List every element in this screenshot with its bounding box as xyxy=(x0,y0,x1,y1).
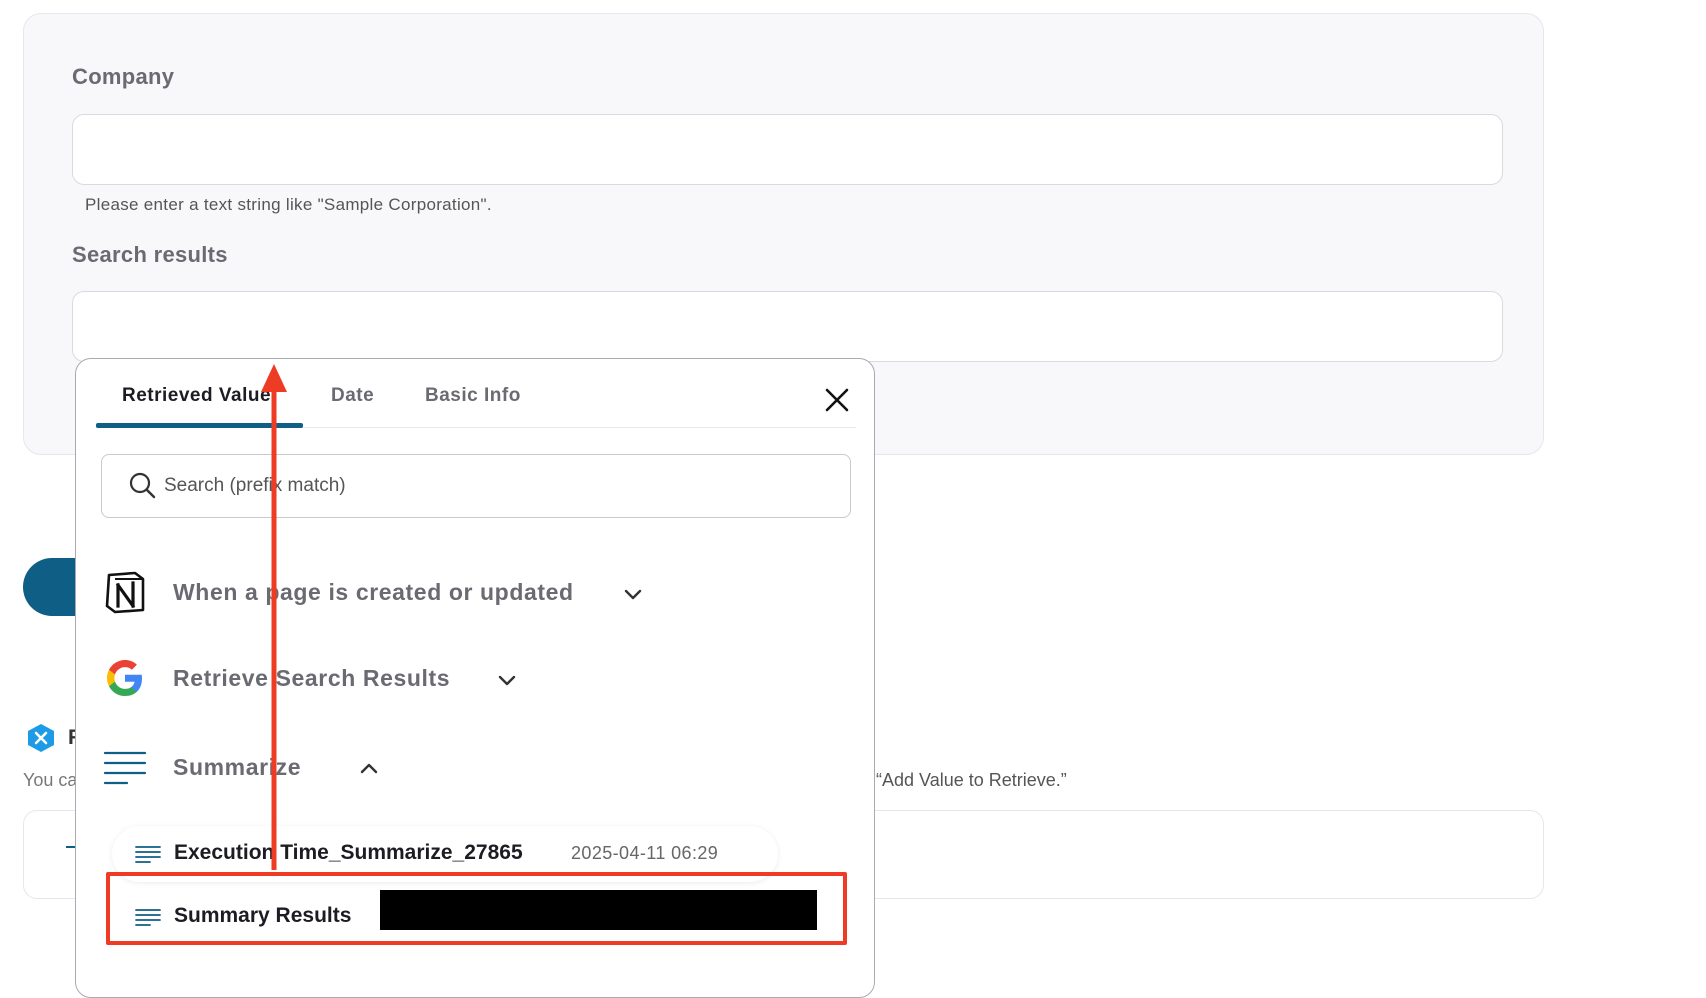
section-title: When a page is created or updated xyxy=(173,579,574,605)
background-add-value-text: “Add Value to Retrieve.” xyxy=(876,770,1067,790)
close-icon[interactable] xyxy=(822,385,852,415)
summary-value-icon xyxy=(135,846,161,863)
chevron-down-icon xyxy=(624,589,642,600)
company-input[interactable] xyxy=(72,114,1503,185)
section-title: Retrieve Search Results xyxy=(173,665,451,691)
app-badge-icon xyxy=(28,724,54,752)
search-box xyxy=(101,454,851,518)
tab-date[interactable]: Date xyxy=(331,385,374,407)
company-label: Company xyxy=(72,64,175,89)
section-when-page-created[interactable]: When a page is created or updated xyxy=(103,570,843,620)
search-icon xyxy=(129,472,156,499)
background-description-fragment: You ca xyxy=(23,770,78,790)
tab-basic-info[interactable]: Basic Info xyxy=(425,385,521,407)
search-results-input[interactable] xyxy=(72,291,1503,362)
section-title: Summarize xyxy=(173,754,302,780)
chevron-up-icon xyxy=(360,763,378,774)
tab-retrieved-value[interactable]: Retrieved Value xyxy=(122,385,271,407)
value-timestamp: 2025-04-11 06:29 xyxy=(571,843,719,863)
search-input[interactable] xyxy=(162,467,822,505)
notion-logo-icon xyxy=(105,571,145,614)
section-summarize[interactable]: Summarize xyxy=(103,745,843,795)
value-name: Execution Time_Summarize_27865 xyxy=(174,841,523,864)
background-button[interactable] xyxy=(23,558,83,616)
search-results-label: Search results xyxy=(72,242,228,267)
section-retrieve-search-results[interactable]: Retrieve Search Results xyxy=(103,656,843,706)
chevron-down-icon xyxy=(498,675,516,686)
active-tab-indicator xyxy=(96,423,303,428)
google-logo-icon xyxy=(107,660,142,696)
company-hint: Please enter a text string like "Sample … xyxy=(85,195,492,214)
highlight-box xyxy=(106,872,847,945)
summarize-lines-icon xyxy=(103,751,147,785)
